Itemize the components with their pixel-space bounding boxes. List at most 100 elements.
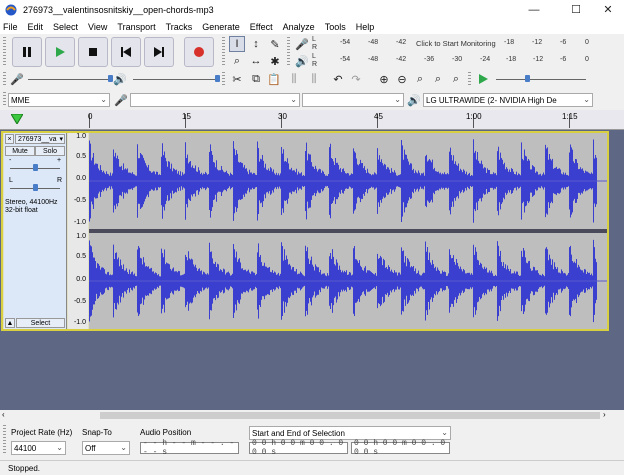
play-button[interactable] (45, 37, 75, 67)
collapse-track-button[interactable]: ▲ (5, 318, 15, 328)
ruler-label: 30 (278, 112, 287, 121)
menu-select[interactable]: Select (53, 22, 78, 32)
project-rate-select[interactable]: 44100 ⌄ (11, 441, 66, 455)
timeline-ruler[interactable]: 0 15 30 45 1:00 1:15 (0, 110, 624, 130)
menu-generate[interactable]: Generate (202, 22, 240, 32)
menu-tracks[interactable]: Tracks (166, 22, 193, 32)
menu-effect[interactable]: Effect (250, 22, 273, 32)
selection-tool-icon[interactable]: I (229, 36, 245, 52)
toolbar-grip[interactable] (287, 37, 290, 67)
recording-device-select[interactable]: ⌄ (130, 93, 300, 107)
menu-analyze[interactable]: Analyze (283, 22, 315, 32)
playback-volume-thumb[interactable] (215, 75, 220, 82)
scroll-left-icon[interactable]: ‹ (2, 410, 5, 419)
paste-icon[interactable]: 📋 (266, 71, 282, 87)
copy-icon[interactable]: ⧉ (248, 71, 264, 87)
playback-device-select[interactable]: LG ULTRAWIDE (2- NVIDIA High De ⌄ (423, 93, 593, 107)
skip-to-end-button[interactable] (144, 37, 174, 67)
toolbar-area: I ↕ ✎ ⌕ ↔ ✱ 🎤 L R -54 -48 -42 Click to S… (0, 34, 624, 108)
playback-meter-tick: 0 (585, 56, 589, 63)
audio-host-select[interactable]: MME ⌄ (8, 93, 110, 107)
toolbar-grip[interactable] (3, 72, 6, 86)
maximize-button[interactable]: ☐ (558, 0, 594, 19)
ruler-label: 15 (182, 112, 191, 121)
zoom-tool-icon[interactable]: ⌕ (229, 53, 245, 69)
menu-tools[interactable]: Tools (325, 22, 346, 32)
track-name-menu[interactable]: 276973__va ▾ (15, 134, 65, 144)
close-window-button[interactable]: ✕ (590, 0, 624, 19)
stop-icon (89, 48, 97, 56)
cut-icon[interactable]: ✂ (229, 71, 245, 87)
snap-to-select[interactable]: Off ⌄ (82, 441, 130, 455)
skip-to-start-button[interactable] (111, 37, 141, 67)
ruler-value: -1.0 (73, 319, 86, 326)
menu-edit[interactable]: Edit (28, 22, 44, 32)
play-speed-slider[interactable] (496, 79, 586, 80)
pause-button[interactable] (12, 37, 42, 67)
audio-position-field[interactable]: - - h - - m - - . - - - s (140, 439, 239, 457)
ruler-label: 1:15 (562, 112, 578, 121)
pan-slider-thumb[interactable] (33, 184, 38, 191)
menu-help[interactable]: Help (356, 22, 375, 32)
draw-tool-icon[interactable]: ✎ (267, 36, 283, 52)
trim-icon[interactable]: ⫼ (286, 71, 302, 87)
selection-mode-select[interactable]: Start and End of Selection ⌄ (249, 426, 451, 440)
play-speed-thumb[interactable] (525, 75, 530, 82)
track-sample-format: 32-bit float (5, 207, 38, 214)
gain-minus-label: - (9, 157, 12, 164)
selection-end-field[interactable]: 0 0 h 0 0 m 0 0 . 0 0 0 s (351, 439, 450, 457)
toolbar-grip[interactable] (222, 37, 225, 67)
selection-start-value: 0 0 h 0 0 m 0 0 . 0 0 0 s (252, 439, 344, 457)
toolbar-grip[interactable] (3, 425, 6, 455)
zoom-toggle-icon[interactable]: ⌕ (448, 71, 464, 87)
toolbar-grip[interactable] (3, 92, 6, 106)
recording-channels-select[interactable]: ⌄ (302, 93, 404, 107)
record-meter[interactable]: -54 -48 -42 Click to Start Monitoring -1… (320, 37, 600, 51)
mute-button[interactable]: Mute (5, 146, 35, 156)
microphone-icon[interactable]: 🎤 (294, 36, 310, 52)
record-meter-tick: -18 (504, 39, 515, 46)
toolbar-grip[interactable] (3, 37, 6, 67)
fit-selection-icon[interactable]: ⌕ (412, 71, 428, 87)
selection-start-field[interactable]: 0 0 h 0 0 m 0 0 . 0 0 0 s (249, 439, 348, 457)
playback-volume-slider[interactable] (133, 79, 215, 80)
multi-tool-icon[interactable]: ✱ (267, 53, 283, 69)
amplitude-ruler[interactable]: 1.0 0.5 0.0 -0.5 -1.0 1.0 0.5 0.0 -0.5 -… (68, 133, 88, 329)
zoom-in-icon[interactable]: ⊕ (376, 71, 392, 87)
time-shift-tool-icon[interactable]: ↔ (248, 53, 264, 69)
zoom-out-icon[interactable]: ⊖ (394, 71, 410, 87)
menu-file[interactable]: File (3, 22, 18, 32)
track-control-panel[interactable]: × 276973__va ▾ Mute Solo - + L R Stereo,… (4, 133, 67, 329)
undo-icon[interactable]: ↶ (330, 71, 346, 87)
waveform-right-channel[interactable] (89, 233, 607, 329)
play-at-speed-button[interactable] (475, 71, 491, 87)
record-button[interactable] (184, 37, 214, 67)
scroll-thumb[interactable] (100, 412, 600, 419)
menu-view[interactable]: View (88, 22, 107, 32)
toolbar-grip[interactable] (222, 72, 225, 86)
solo-button[interactable]: Solo (35, 146, 65, 156)
playback-meter-tick: -30 (452, 56, 463, 63)
minimize-button[interactable]: — (516, 0, 552, 19)
silence-icon[interactable]: ⫼ (306, 71, 322, 87)
fit-project-icon[interactable]: ⌕ (430, 71, 446, 87)
playback-meter[interactable]: -54 -48 -42 -36 -30 -24 -18 -12 -6 0 (320, 54, 600, 68)
envelope-tool-icon[interactable]: ↕ (248, 36, 264, 52)
play-head-marker-icon[interactable] (11, 114, 23, 124)
waveform-left-channel[interactable] (89, 133, 607, 229)
speaker-icon[interactable]: 🔊 (294, 53, 310, 69)
toolbar-grip[interactable] (468, 72, 471, 86)
scroll-right-icon[interactable]: › (603, 410, 606, 419)
track-close-button[interactable]: × (5, 134, 14, 144)
redo-icon[interactable]: ↷ (348, 71, 364, 87)
recording-device-icon: 🎤 (114, 94, 128, 107)
menu-transport[interactable]: Transport (117, 22, 155, 32)
horizontal-scrollbar[interactable]: ‹ › (0, 410, 624, 421)
stop-button[interactable] (78, 37, 108, 67)
record-volume-slider[interactable] (28, 79, 108, 80)
gain-slider-thumb[interactable] (33, 164, 38, 171)
menu-bar: File Edit Select View Transport Tracks G… (0, 19, 624, 34)
select-track-button[interactable]: Select (16, 318, 65, 328)
close-icon: × (7, 135, 12, 143)
playback-meter-tick: -12 (533, 56, 544, 63)
